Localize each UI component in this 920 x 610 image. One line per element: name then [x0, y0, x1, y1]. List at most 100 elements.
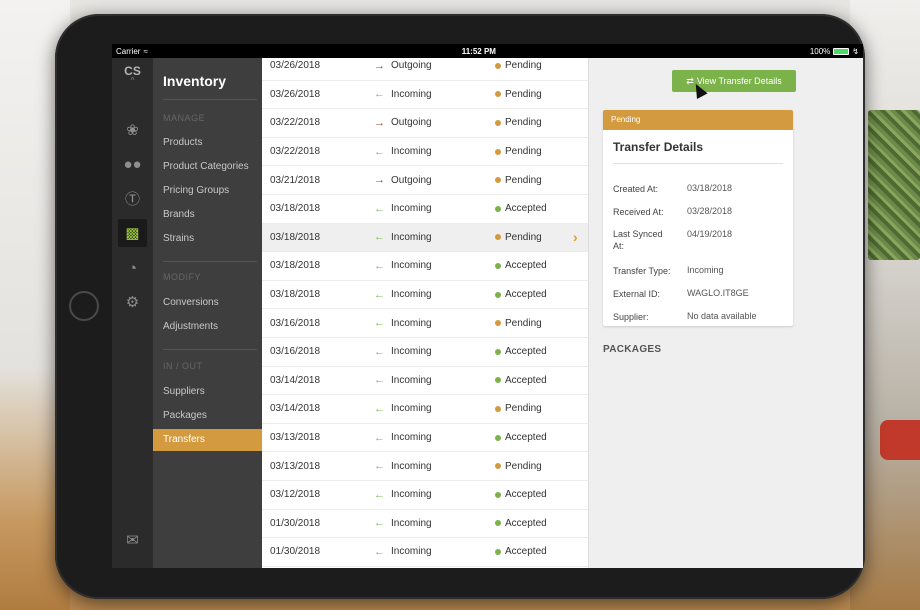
customers-icon[interactable]: ●●	[118, 150, 147, 178]
transfer-row[interactable]: 03/13/2018 ← Incoming Accepted	[262, 424, 588, 453]
transfer-date: 03/13/2018	[270, 432, 321, 444]
incoming-arrow-icon: ←	[374, 517, 385, 530]
transfer-date: 03/18/2018	[270, 203, 321, 215]
transfer-row[interactable]: 03/13/2018 ← Incoming Pending	[262, 452, 588, 481]
transfer-status: Accepted	[505, 260, 547, 272]
transfer-row[interactable]: 03/14/2018 ← Incoming Pending	[262, 395, 588, 424]
transfer-status: Accepted	[505, 374, 547, 386]
incoming-arrow-icon: ←	[374, 202, 385, 215]
transfer-direction: Incoming	[391, 546, 432, 558]
nav-item-strains[interactable]: Strains	[153, 228, 262, 250]
transfer-row[interactable]: 03/21/2018 → Outgoing Pending	[262, 166, 588, 195]
transfer-row[interactable]: 03/26/2018 ← Incoming Pending	[262, 81, 588, 110]
settings-gear-icon[interactable]: ⚙	[118, 288, 147, 316]
transfer-direction: Incoming	[391, 88, 432, 100]
transfer-status: Pending	[505, 60, 542, 72]
transfer-row[interactable]: 03/18/2018 ← Incoming Accepted	[262, 195, 588, 224]
transfer-row[interactable]: 03/16/2018 ← Incoming Accepted	[262, 338, 588, 367]
transfer-status: Accepted	[505, 517, 547, 529]
transfer-type-label: Transfer Type:	[613, 266, 671, 276]
transfer-direction: Incoming	[391, 374, 432, 386]
transfer-direction: Incoming	[391, 517, 432, 529]
nav-item-transfers[interactable]: Transfers	[153, 429, 262, 451]
dollar-icon[interactable]: Ⓣ	[118, 184, 147, 212]
status-dot-icon	[495, 320, 501, 327]
transfer-status: Pending	[505, 403, 542, 415]
status-dot-icon	[495, 177, 501, 184]
incoming-arrow-icon: ←	[374, 431, 385, 444]
status-dot-icon	[495, 548, 501, 555]
transfer-date: 03/26/2018	[270, 60, 321, 72]
nav-divider	[163, 261, 257, 262]
status-dot-icon	[495, 520, 501, 527]
nav-item-packages[interactable]: Packages	[153, 405, 262, 427]
home-button[interactable]	[69, 291, 99, 321]
charging-icon: ↯	[852, 46, 859, 56]
nav-item-adjustments[interactable]: Adjustments	[153, 316, 262, 338]
transfer-date: 01/30/2018	[270, 546, 321, 558]
transfer-direction: Incoming	[391, 346, 432, 358]
transfer-date: 03/16/2018	[270, 317, 321, 329]
wifi-icon: ≈	[143, 46, 148, 56]
transfer-row[interactable]: 01/30/2018 ← Incoming Accepted	[262, 538, 588, 567]
reports-pie-icon[interactable]: ◔	[118, 254, 147, 282]
transfer-status: Pending	[505, 146, 542, 158]
transfer-direction: Outgoing	[391, 60, 432, 72]
transfer-row[interactable]: 03/18/2018 ← Incoming Pending ›	[262, 223, 588, 253]
external-id-value: WAGLO.IT8GE	[687, 288, 749, 298]
transfer-date: 03/16/2018	[270, 346, 321, 358]
transfer-date: 03/22/2018	[270, 117, 321, 129]
status-dot-icon	[495, 377, 501, 384]
nav-item-conversions[interactable]: Conversions	[153, 292, 262, 314]
transfer-status: Pending	[505, 88, 542, 100]
nav-item-pricing-groups[interactable]: Pricing Groups	[153, 180, 262, 202]
leaf-icon[interactable]: ❀	[118, 116, 147, 144]
transfer-details-card: Pending Transfer Details Created At: 03/…	[603, 110, 793, 326]
transfer-date: 03/18/2018	[270, 231, 321, 243]
ipad-frame: Carrier ≈ 11:52 PM 100% ↯ CS ^ ❀ ●● Ⓣ ▩ …	[55, 14, 865, 599]
status-dot-icon	[495, 205, 501, 212]
transfer-row[interactable]: 03/18/2018 ← Incoming Accepted	[262, 281, 588, 310]
transfer-status: Pending	[505, 231, 542, 243]
view-transfer-details-label: View Transfer Details	[696, 76, 782, 86]
transfer-row[interactable]: 03/18/2018 ← Incoming Accepted	[262, 252, 588, 281]
created-at-label: Created At:	[613, 184, 659, 194]
transfer-status: Pending	[505, 174, 542, 186]
incoming-arrow-icon: ←	[374, 345, 385, 358]
nav-item-suppliers[interactable]: Suppliers	[153, 381, 262, 403]
transfer-row[interactable]: 03/16/2018 ← Incoming Pending	[262, 309, 588, 338]
status-dot-icon	[495, 405, 501, 412]
transfer-direction: Outgoing	[391, 117, 432, 129]
transfers-list: 03/26/2018 → Outgoing Pending 03/26/2018 ← Inc…	[262, 58, 589, 568]
transfer-date: 03/14/2018	[270, 374, 321, 386]
incoming-arrow-icon: ←	[374, 231, 385, 244]
transfer-status: Accepted	[505, 489, 547, 501]
transfer-date: 01/30/2018	[270, 517, 321, 529]
transfer-row[interactable]: 03/22/2018 → Outgoing Pending	[262, 109, 588, 138]
incoming-arrow-icon: ←	[374, 145, 385, 158]
packages-heading: PACKAGES	[603, 344, 662, 355]
transfer-row[interactable]: 03/12/2018 ← Incoming Accepted	[262, 481, 588, 510]
inventory-icon[interactable]: ▩	[118, 219, 147, 247]
transfer-direction: Incoming	[391, 289, 432, 301]
status-dot-icon	[495, 463, 501, 470]
transfer-row[interactable]: 03/14/2018 ← Incoming Accepted	[262, 367, 588, 396]
nav-item-product-categories[interactable]: Product Categories	[153, 156, 262, 178]
transfer-status: Accepted	[505, 546, 547, 558]
transfer-direction: Incoming	[391, 260, 432, 272]
received-at-value: 03/28/2018	[687, 206, 733, 216]
last-synced-at-label: Last Synced At:	[613, 229, 663, 251]
transfer-row[interactable]: 01/30/2018 ← Incoming Accepted	[262, 510, 588, 539]
carrier-label: Carrier	[116, 46, 141, 56]
nav-section-modify: MODIFY	[163, 272, 201, 282]
chat-icon[interactable]: ✉	[118, 526, 147, 554]
nav-item-brands[interactable]: Brands	[153, 204, 262, 226]
transfer-status: Accepted	[505, 432, 547, 444]
transfer-row[interactable]: 03/26/2018 → Outgoing Pending	[262, 58, 588, 81]
transfer-direction: Incoming	[391, 146, 432, 158]
nav-item-products[interactable]: Products	[153, 132, 262, 154]
incoming-arrow-icon: ←	[374, 488, 385, 501]
transfer-row[interactable]: 03/22/2018 ← Incoming Pending	[262, 138, 588, 167]
app-logo[interactable]: CS ^	[112, 64, 153, 84]
transfer-date: 03/22/2018	[270, 146, 321, 158]
